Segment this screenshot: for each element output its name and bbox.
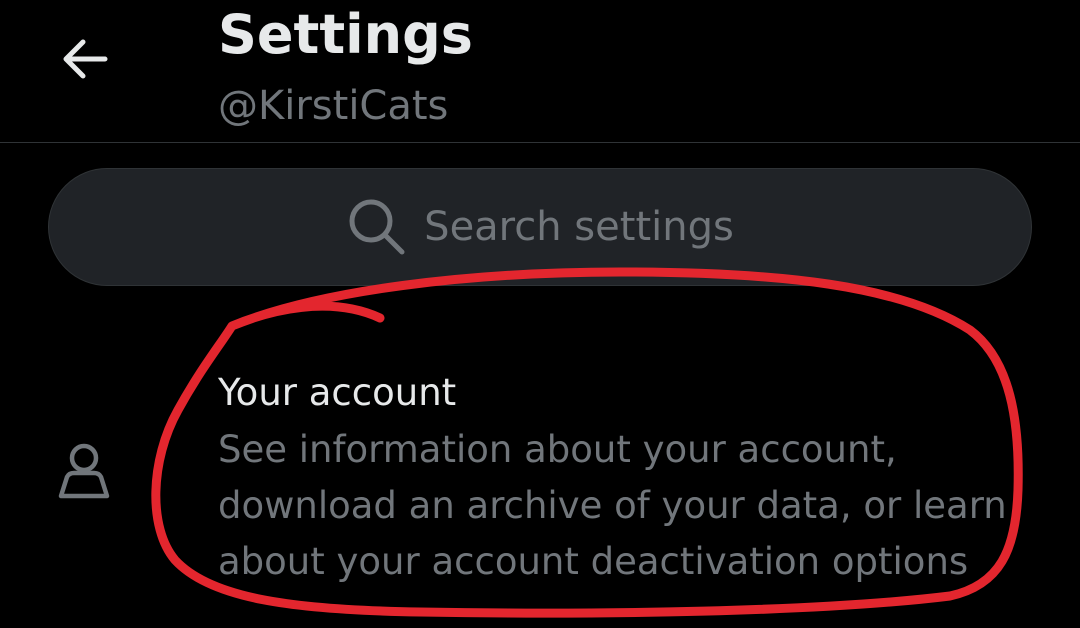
header: Settings @KirstiCats	[0, 0, 1080, 143]
search-icon	[346, 196, 408, 258]
settings-item-your-account[interactable]: Your account See information about your …	[0, 356, 1080, 596]
account-handle: @KirstiCats	[218, 83, 449, 129]
arrow-left-icon	[59, 33, 111, 89]
back-button[interactable]	[54, 30, 116, 92]
search-input[interactable]: Search settings	[48, 168, 1032, 286]
settings-item-description: See information about your account, down…	[218, 428, 1007, 583]
person-icon	[54, 440, 114, 500]
settings-screen: Settings @KirstiCats Search settings You…	[0, 0, 1080, 628]
settings-item-title: Your account	[218, 371, 457, 414]
search-placeholder: Search settings	[424, 204, 734, 250]
page-title: Settings	[218, 3, 473, 66]
